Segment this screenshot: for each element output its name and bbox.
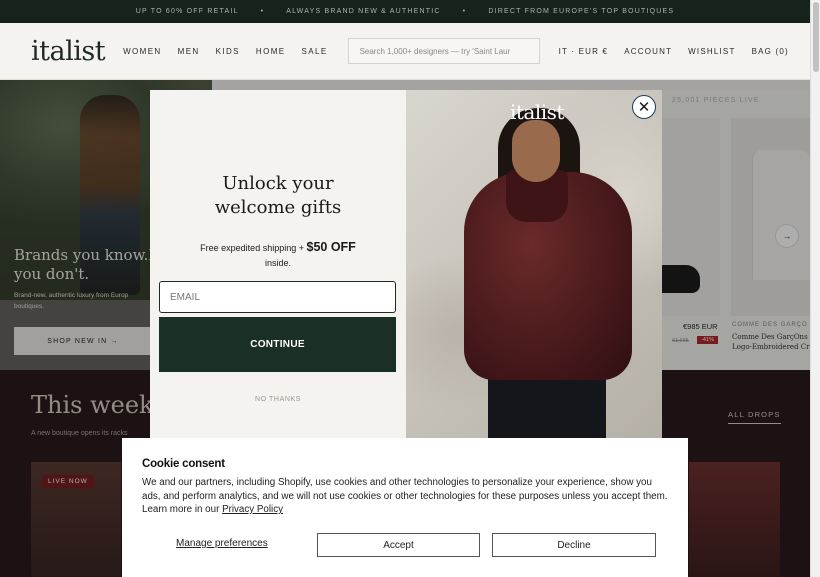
close-icon[interactable]: ✕: [632, 95, 656, 119]
account-nav: IT · EUR € ACCOUNT WISHLIST BAG (0): [559, 47, 789, 56]
announcement-item: DIRECT FROM EUROPE'S TOP BOUTIQUES: [488, 8, 675, 15]
cookie-title: Cookie consent: [142, 458, 225, 470]
privacy-policy-link[interactable]: Privacy Policy: [222, 504, 283, 515]
announcement-item: UP TO 60% OFF RETAIL: [135, 8, 239, 15]
modal-image: [406, 90, 662, 438]
modal-headline: Unlock your welcome gifts: [150, 172, 406, 220]
nav-men[interactable]: MEN: [178, 47, 200, 56]
modal-headline-line: Unlock your: [222, 173, 334, 194]
separator-dot: •: [260, 8, 265, 15]
account-link[interactable]: ACCOUNT: [624, 47, 672, 56]
nav-women[interactable]: WOMEN: [123, 47, 162, 56]
separator-dot: •: [462, 8, 467, 15]
decline-button[interactable]: Decline: [492, 533, 656, 557]
page-scrollbar[interactable]: [810, 0, 820, 577]
manage-preferences-link[interactable]: Manage preferences: [176, 538, 268, 549]
model-skirt: [488, 372, 606, 438]
cookie-body-text: We and our partners, including Shopify, …: [142, 477, 668, 515]
wishlist-link[interactable]: WISHLIST: [688, 47, 735, 56]
offer-amount: $50 OFF: [306, 240, 356, 254]
email-field[interactable]: [159, 281, 396, 313]
bag-link[interactable]: BAG (0): [752, 47, 789, 56]
continue-button[interactable]: CONTINUE: [159, 317, 396, 372]
main-nav: WOMEN MEN KIDS HOME SALE: [123, 47, 328, 56]
no-thanks-button[interactable]: NO THANKS: [150, 396, 406, 403]
scrollbar-thumb[interactable]: [813, 2, 819, 72]
page: UP TO 60% OFF RETAIL • ALWAYS BRAND NEW …: [0, 0, 820, 577]
search-input[interactable]: Search 1,000+ designers — try 'Saint Lau…: [347, 38, 540, 64]
accept-button[interactable]: Accept: [317, 533, 480, 557]
shipping-text: Free expedited shipping +: [200, 243, 304, 253]
shipping-suffix: inside.: [264, 258, 291, 268]
modal-offer-text: Free expedited shipping + $50 OFF inside…: [150, 240, 406, 271]
site-header: italist WOMEN MEN KIDS HOME SALE Search …: [0, 23, 810, 80]
site-logo[interactable]: italist: [31, 36, 106, 67]
locale-selector[interactable]: IT · EUR €: [559, 47, 609, 56]
modal-logo: italist: [510, 100, 564, 124]
announcement-item: ALWAYS BRAND NEW & AUTHENTIC: [286, 8, 441, 15]
modal-headline-line: welcome gifts: [214, 197, 342, 218]
nav-home[interactable]: HOME: [256, 47, 286, 56]
nav-sale[interactable]: SALE: [302, 47, 328, 56]
announcement-bar: UP TO 60% OFF RETAIL • ALWAYS BRAND NEW …: [0, 0, 810, 23]
nav-kids[interactable]: KIDS: [216, 47, 240, 56]
cookie-body: We and our partners, including Shopify, …: [142, 476, 670, 517]
model-face: [512, 120, 560, 182]
